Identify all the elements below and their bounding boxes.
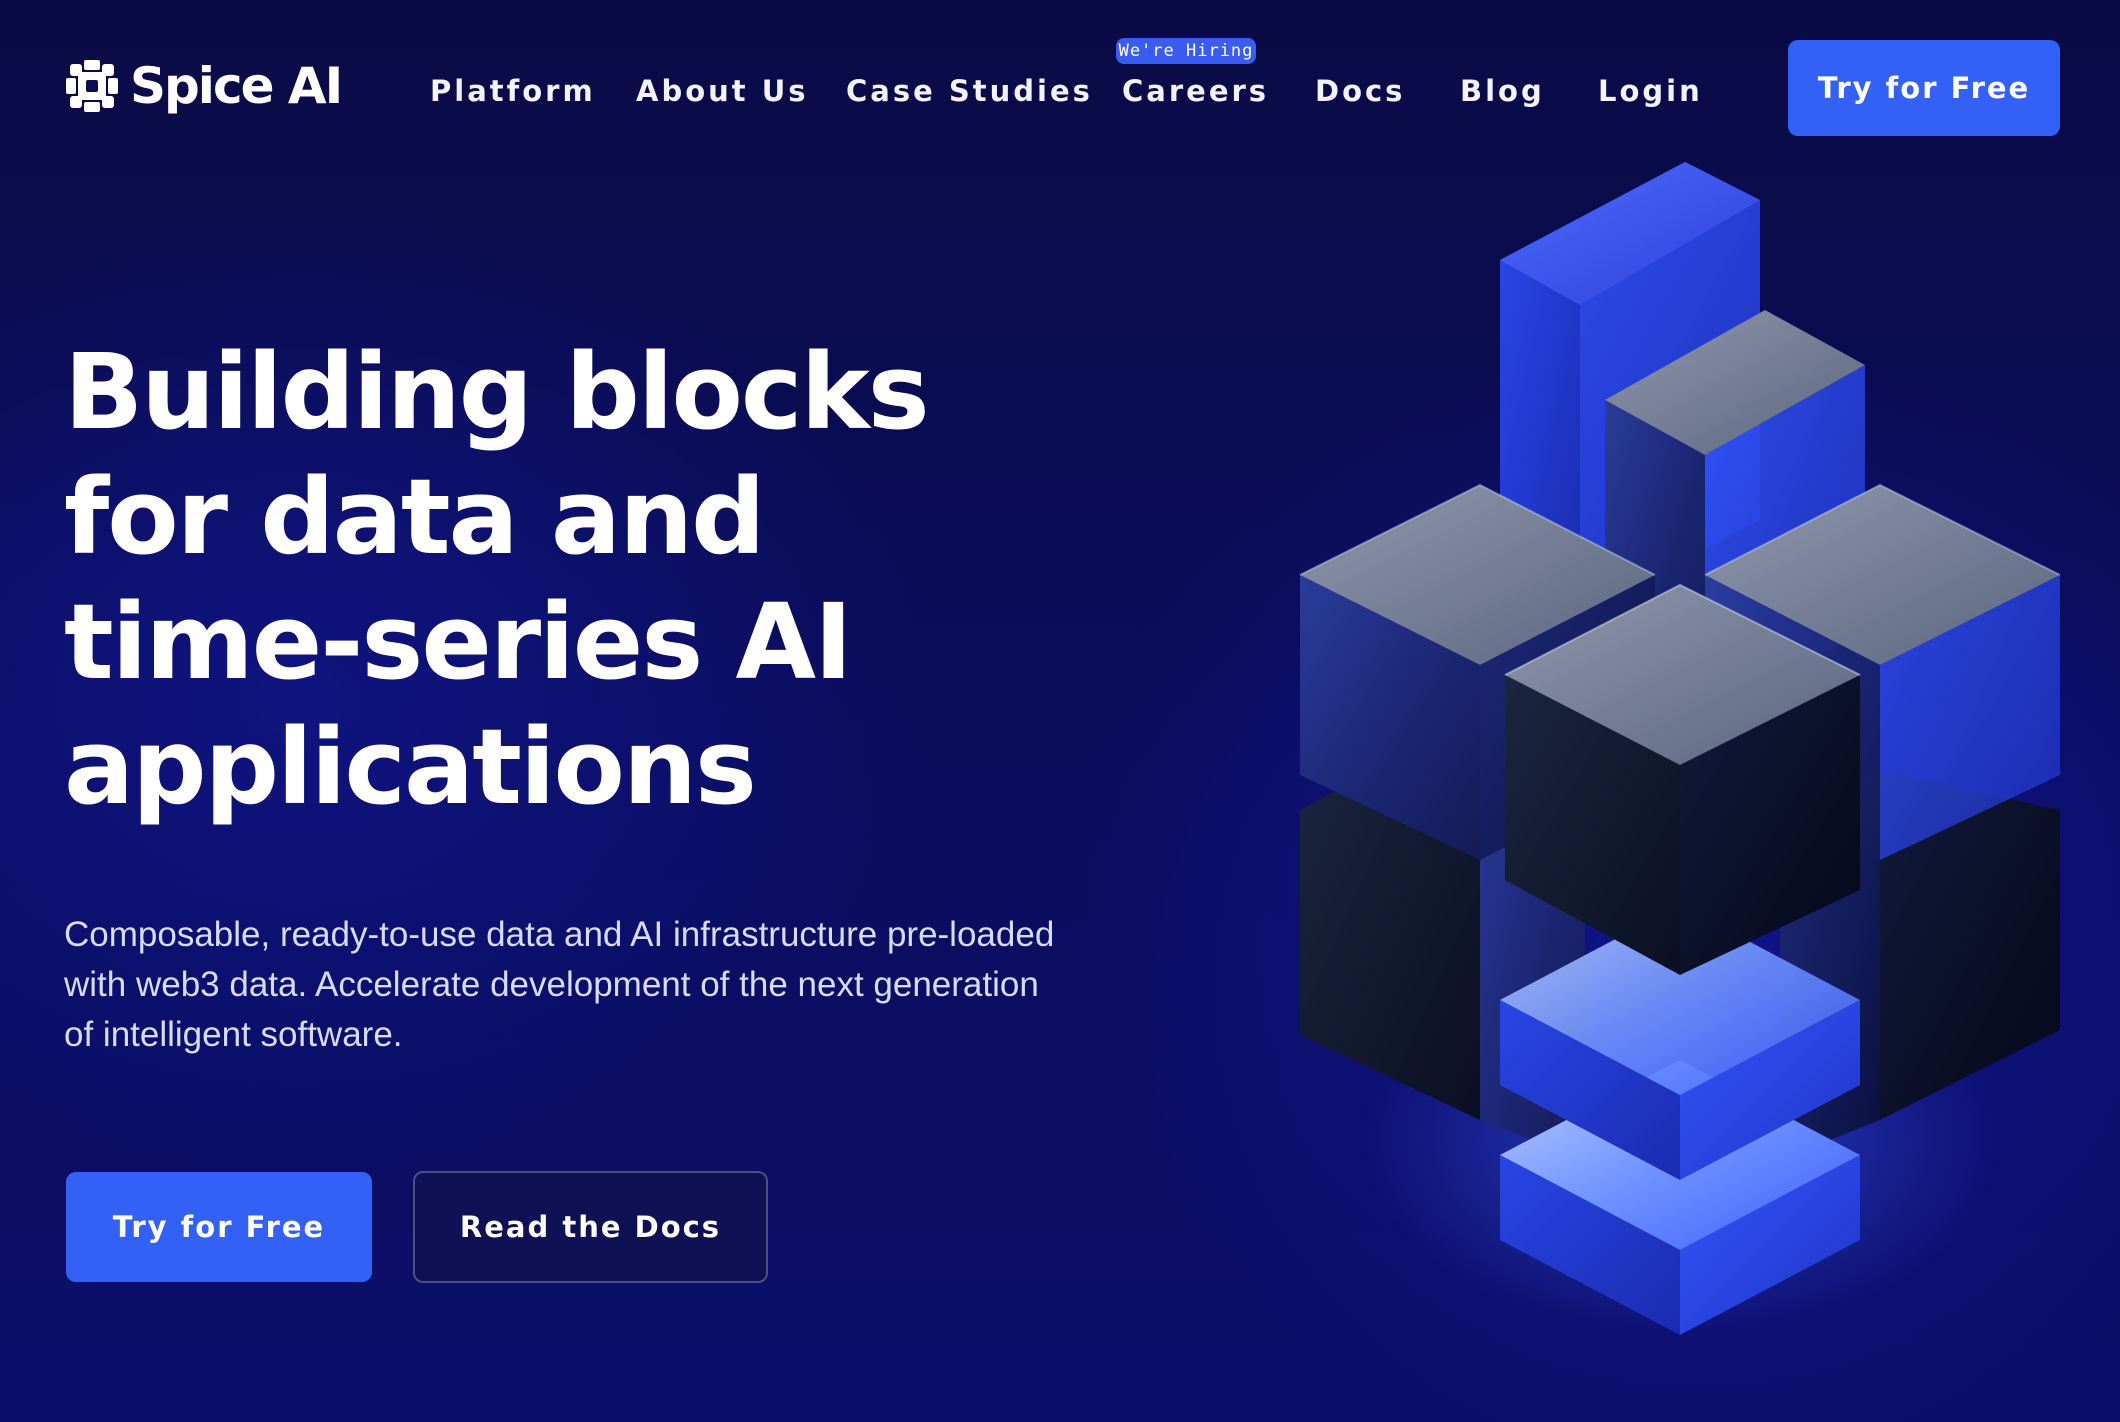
- header-try-free-button[interactable]: Try for Free: [1788, 40, 2060, 136]
- hero-title: Building blocks for data and time-series…: [64, 331, 930, 828]
- hiring-badge[interactable]: We're Hiring: [1116, 38, 1256, 64]
- hero-subtitle: Composable, ready-to-use data and AI inf…: [64, 915, 1055, 1054]
- brand-logo[interactable]: Spice AI: [64, 57, 343, 115]
- nav-about-us[interactable]: About Us: [636, 66, 809, 116]
- hero-try-free-button[interactable]: Try for Free: [66, 1172, 372, 1282]
- nav-login[interactable]: Login: [1598, 66, 1703, 116]
- isometric-cubes-illustration: [1299, 162, 2061, 1340]
- site-header: Spice AI Platform About Us Case Studies …: [0, 0, 2120, 180]
- nav-docs[interactable]: Docs: [1315, 66, 1405, 116]
- nav-careers[interactable]: Careers: [1122, 66, 1269, 116]
- nav-case-studies[interactable]: Case Studies: [846, 66, 1093, 116]
- brand-name: Spice AI: [130, 57, 343, 115]
- hero-read-docs-button[interactable]: Read the Docs: [413, 1171, 768, 1283]
- spice-ai-logo-icon: [66, 60, 118, 112]
- landing-page: Spice AI Platform About Us Case Studies …: [0, 0, 2120, 1422]
- nav-blog[interactable]: Blog: [1460, 66, 1545, 116]
- nav-platform[interactable]: Platform: [430, 66, 596, 116]
